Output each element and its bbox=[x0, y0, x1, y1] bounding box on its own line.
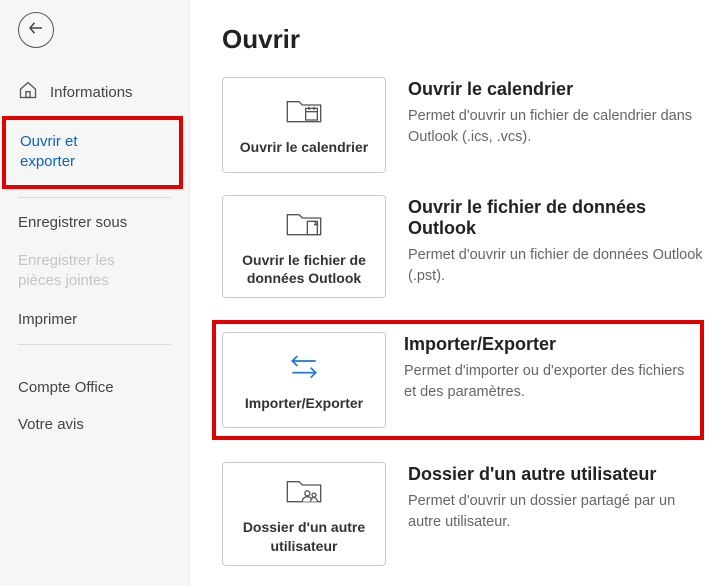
home-icon bbox=[18, 80, 38, 104]
tile-other-user-folder[interactable]: Dossier d'un autre utilisateur bbox=[222, 462, 386, 565]
sidebar-item-feedback[interactable]: Votre avis bbox=[0, 406, 189, 443]
sidebar-item-label: Imprimer bbox=[18, 311, 77, 328]
option-title: Dossier d'un autre utilisateur bbox=[408, 464, 708, 485]
sidebar-item-label: Informations bbox=[50, 84, 133, 101]
main-content: Ouvrir Ouvrir le calendrier Ouvrir le ca… bbox=[190, 0, 724, 586]
divider bbox=[18, 344, 171, 345]
option-text: Permet d'importer ou d'exporter des fich… bbox=[404, 361, 694, 403]
tile-label: Ouvrir le calendrier bbox=[240, 138, 368, 156]
sidebar-item-save-as[interactable]: Enregistrer sous bbox=[0, 204, 189, 241]
option-text: Permet d'ouvrir un dossier partagé par u… bbox=[408, 491, 708, 533]
option-description: Importer/Exporter Permet d'importer ou d… bbox=[404, 332, 694, 403]
calendar-folder-icon bbox=[284, 93, 324, 132]
sidebar-item-save-attachments: Enregistrer les pièces jointes bbox=[0, 241, 189, 302]
sidebar-item-open-export[interactable]: Ouvrir et exporter bbox=[2, 116, 183, 189]
option-description: Ouvrir le calendrier Permet d'ouvrir un … bbox=[408, 77, 708, 148]
spacer bbox=[0, 351, 189, 369]
datafile-folder-icon bbox=[284, 206, 324, 245]
sidebar-item-label: Compte Office bbox=[18, 379, 114, 396]
sidebar-item-label: Enregistrer les pièces jointes bbox=[18, 251, 115, 292]
sidebar-item-label: Ouvrir et exporter bbox=[20, 132, 78, 173]
option-row-open-calendar: Ouvrir le calendrier Ouvrir le calendrie… bbox=[222, 77, 708, 173]
sidebar-item-print[interactable]: Imprimer bbox=[0, 301, 189, 338]
page-title: Ouvrir bbox=[222, 24, 708, 55]
option-text: Permet d'ouvrir un fichier de calendrier… bbox=[408, 106, 708, 148]
option-row-import-export: Importer/Exporter Importer/Exporter Perm… bbox=[212, 320, 704, 440]
arrow-left-icon bbox=[27, 19, 45, 42]
shared-folder-icon bbox=[284, 473, 324, 512]
tile-import-export[interactable]: Importer/Exporter bbox=[222, 332, 386, 428]
tile-open-datafile[interactable]: Ouvrir le fichier de données Outlook bbox=[222, 195, 386, 298]
tile-label: Dossier d'un autre utilisateur bbox=[231, 518, 377, 554]
sidebar-item-informations[interactable]: Informations bbox=[0, 70, 189, 114]
tile-label: Importer/Exporter bbox=[245, 394, 363, 412]
option-title: Ouvrir le calendrier bbox=[408, 79, 708, 100]
sidebar-item-label: Enregistrer sous bbox=[18, 214, 127, 231]
sidebar-item-office-account[interactable]: Compte Office bbox=[0, 369, 189, 406]
back-button[interactable] bbox=[18, 12, 54, 48]
tile-open-calendar[interactable]: Ouvrir le calendrier bbox=[222, 77, 386, 173]
tile-label: Ouvrir le fichier de données Outlook bbox=[231, 251, 377, 287]
option-text: Permet d'ouvrir un fichier de données Ou… bbox=[408, 245, 708, 287]
sidebar-item-label: Votre avis bbox=[18, 416, 84, 433]
option-description: Ouvrir le fichier de données Outlook Per… bbox=[408, 195, 708, 287]
option-title: Importer/Exporter bbox=[404, 334, 694, 355]
option-title: Ouvrir le fichier de données Outlook bbox=[408, 197, 708, 239]
sidebar: Informations Ouvrir et exporter Enregist… bbox=[0, 0, 190, 586]
import-export-arrows-icon bbox=[284, 349, 324, 388]
option-description: Dossier d'un autre utilisateur Permet d'… bbox=[408, 462, 708, 533]
divider bbox=[18, 197, 171, 198]
option-row-other-user: Dossier d'un autre utilisateur Dossier d… bbox=[222, 462, 708, 565]
option-row-open-datafile: Ouvrir le fichier de données Outlook Ouv… bbox=[222, 195, 708, 298]
